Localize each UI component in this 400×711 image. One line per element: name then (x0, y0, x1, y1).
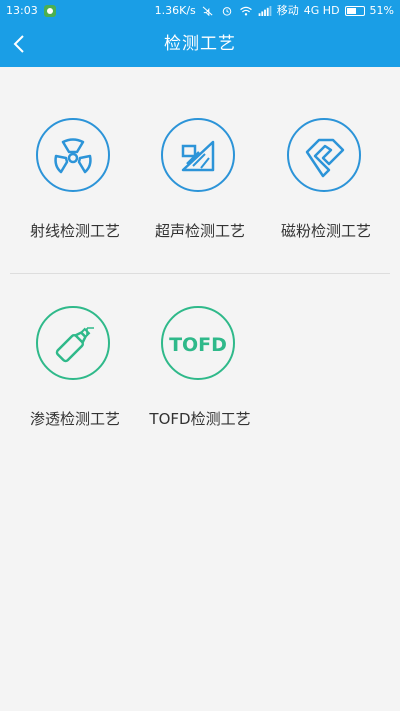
tile-icon-circle (36, 118, 110, 192)
tile-icon-circle (36, 306, 110, 380)
app-header: 检测工艺 (0, 22, 400, 67)
network-type: 4G HD (303, 4, 340, 17)
svg-text:TOFD: TOFD (169, 334, 227, 356)
row-divider (10, 273, 390, 274)
wifi-icon (239, 6, 252, 16)
tile-icon-circle: TOFD (161, 306, 235, 380)
tile-label: TOFD检测工艺 (149, 410, 251, 428)
carrier-name: 移动 (276, 4, 299, 17)
status-time: 13:03 (6, 4, 38, 17)
tile-tofd-testing[interactable]: TOFD TOFD检测工艺 (137, 306, 263, 456)
tile-icon-circle (161, 118, 235, 192)
tofd-icon: TOFD (169, 334, 227, 356)
tile-label: 渗透检测工艺 (29, 410, 120, 428)
tile-radiographic-testing[interactable]: 射线检测工艺 (12, 118, 138, 268)
tile-label: 超声检测工艺 (154, 222, 245, 240)
magnet-yoke-icon (305, 138, 345, 178)
cell-signal-icon (258, 6, 272, 16)
notification-app-icon (43, 5, 56, 17)
battery-percent: 51% (369, 4, 394, 17)
tile-penetrant-testing[interactable]: 渗透检测工艺 (12, 306, 138, 456)
status-left: 13:03 (6, 0, 56, 22)
status-bar: 13:03 1.36K/s 移动 4G HD 51% (0, 0, 400, 22)
page-title: 检测工艺 (164, 34, 236, 54)
alarm-icon (222, 7, 232, 16)
tile-magnetic-particle-testing[interactable]: 磁粉检测工艺 (263, 118, 389, 268)
tile-ultrasonic-testing[interactable]: 超声检测工艺 (137, 118, 263, 268)
network-speed: 1.36K/s (154, 4, 196, 17)
spray-can-icon (55, 327, 94, 363)
tile-label: 磁粉检测工艺 (280, 222, 371, 240)
status-right: 1.36K/s 移动 4G HD 51% (155, 0, 394, 22)
battery-icon (344, 6, 365, 16)
radiation-icon (54, 138, 92, 174)
tile-label: 射线检测工艺 (29, 222, 120, 240)
ultrasonic-icon (181, 140, 215, 172)
mute-icon (202, 6, 213, 16)
tile-icon-circle (287, 118, 361, 192)
